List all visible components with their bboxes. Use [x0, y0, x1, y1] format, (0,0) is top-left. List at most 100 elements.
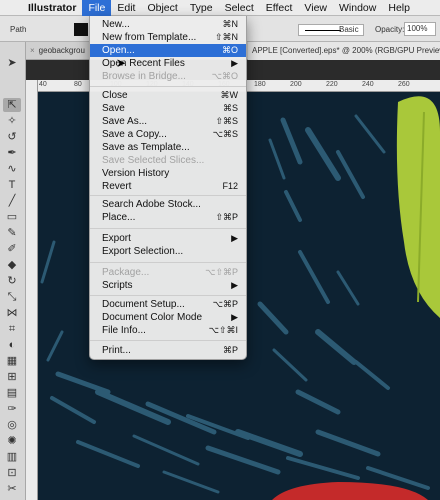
menu-item-place[interactable]: Place... ⇧⌘P — [90, 211, 246, 224]
ruler-number: 240 — [362, 81, 374, 88]
menu-item-export[interactable]: Export ▶ — [90, 232, 246, 245]
menu-item-shortcut: ⇧⌘N — [214, 32, 238, 42]
lasso-tool-icon[interactable]: ↺ — [3, 130, 21, 144]
selection-type-label: Path — [10, 25, 27, 34]
menu-item-revert[interactable]: Revert F12 — [90, 180, 246, 193]
artboard-tool-icon[interactable]: ⊡ — [3, 466, 21, 480]
menu-separator — [90, 295, 246, 296]
menu-item-version-history[interactable]: Version History — [90, 167, 246, 180]
menu-effect[interactable]: Effect — [260, 0, 299, 16]
menu-item-open[interactable]: Open... ⌘O — [90, 44, 246, 57]
menu-item-save-a-copy[interactable]: Save a Copy... ⌥⌘S — [90, 128, 246, 141]
shape-builder-tool-icon[interactable]: ◐ — [3, 338, 21, 352]
menu-item-label: Version History — [102, 168, 170, 179]
menu-item-shortcut: ⌥⇧⌘I — [208, 325, 238, 335]
menu-item-save[interactable]: Save ⌘S — [90, 102, 246, 115]
curvature-tool-icon[interactable]: ∿ — [3, 162, 21, 176]
menu-window[interactable]: Window — [333, 0, 382, 16]
document-tab-label: geobackgrou — [38, 46, 85, 55]
menu-item-document-color-mode[interactable]: Document Color Mode ▶ — [90, 311, 246, 324]
line-tool-icon[interactable]: ╱ — [3, 194, 21, 208]
eraser-tool-icon[interactable]: ◆ — [3, 258, 21, 272]
menu-item-search-adobe-stock[interactable]: Search Adobe Stock... — [90, 198, 246, 211]
mesh-tool-icon[interactable]: ⊞ — [3, 370, 21, 384]
menu-item-save-selected-slices: Save Selected Slices... — [90, 154, 246, 167]
menu-item-shortcut: ⌘N — [222, 19, 239, 29]
direct-selection-tool-icon[interactable]: ⇱ — [3, 98, 21, 112]
selection-tool-icon[interactable]: ➤ — [3, 56, 21, 70]
menu-file[interactable]: File — [82, 0, 112, 16]
menu-item-shortcut: ⌥⌘O — [211, 71, 238, 81]
type-tool-icon[interactable]: T — [3, 178, 21, 192]
blend-tool-icon[interactable]: ◎ — [3, 418, 21, 432]
menu-item-print[interactable]: Print... ⌘P — [90, 344, 246, 357]
menu-item-open-recent-files[interactable]: Open Recent Files ▶ — [90, 57, 246, 70]
menu-type[interactable]: Type — [184, 0, 219, 16]
width-tool-icon[interactable]: ⋈ — [3, 306, 21, 320]
menu-item-document-setup[interactable]: Document Setup... ⌥⌘P — [90, 298, 246, 311]
menu-item-file-info[interactable]: File Info... ⌥⇧⌘I — [90, 324, 246, 337]
eyedropper-tool-icon[interactable]: ✑ — [3, 402, 21, 416]
symbol-sprayer-tool-icon[interactable]: ✺ — [3, 434, 21, 448]
close-tab-icon[interactable]: × — [30, 46, 35, 55]
menu-edit[interactable]: Edit — [111, 0, 141, 16]
menu-item-shortcut: ⌥⇧⌘P — [205, 267, 238, 277]
menu-view[interactable]: View — [298, 0, 333, 16]
ruler-number: 260 — [398, 81, 410, 88]
menu-item-scripts[interactable]: Scripts ▶ — [90, 279, 246, 292]
opacity-field[interactable]: 100% — [404, 22, 436, 36]
menu-item-shortcut: ⇧⌘S — [215, 116, 238, 126]
menu-item-shortcut: F12 — [222, 181, 238, 191]
menu-item-label: Save Selected Slices... — [102, 155, 205, 166]
menu-select[interactable]: Select — [219, 0, 260, 16]
menu-object[interactable]: Object — [141, 0, 183, 16]
paintbrush-tool-icon[interactable]: ✎ — [3, 226, 21, 240]
menu-app-name[interactable]: Illustrator — [22, 0, 82, 16]
submenu-arrow-icon: ▶ — [231, 58, 238, 68]
menu-item-label: Document Color Mode — [102, 312, 203, 323]
menu-item-save-as[interactable]: Save As... ⇧⌘S — [90, 115, 246, 128]
menu-help[interactable]: Help — [382, 0, 416, 16]
ruler-number: 200 — [290, 81, 302, 88]
ruler-number: 180 — [254, 81, 266, 88]
menu-item-save-as-template[interactable]: Save as Template... — [90, 141, 246, 154]
ruler-number: 80 — [74, 81, 82, 88]
shaper-tool-icon[interactable]: ✐ — [3, 242, 21, 256]
menu-item-shortcut: ⌘O — [221, 45, 238, 55]
menu-item-shortcut: ⌘P — [222, 345, 238, 355]
menu-item-label: Export — [102, 233, 131, 244]
scale-tool-icon[interactable]: ⤡ — [3, 290, 21, 304]
menu-item-close[interactable]: Close ⌘W — [90, 89, 246, 102]
menu-item-label: Open Recent Files — [102, 58, 185, 69]
menu-item-label: Save as Template... — [102, 142, 190, 153]
vertical-ruler[interactable] — [26, 80, 38, 500]
document-tab[interactable]: × geobackgrou — [26, 42, 90, 60]
pen-tool-icon[interactable]: ✒ — [3, 146, 21, 160]
menu-item-new-from-template[interactable]: New from Template... ⇧⌘N — [90, 31, 246, 44]
submenu-arrow-icon: ▶ — [231, 280, 238, 290]
column-graph-tool-icon[interactable]: ▥ — [3, 450, 21, 464]
menu-item-label: Scripts — [102, 280, 133, 291]
ruler-number: 40 — [39, 81, 47, 88]
rotate-tool-icon[interactable]: ↻ — [3, 274, 21, 288]
slice-tool-icon[interactable]: ✂ — [3, 482, 21, 496]
menu-item-new[interactable]: New... ⌘N — [90, 18, 246, 31]
fill-color-swatch[interactable] — [74, 23, 88, 36]
menu-item-label: Place... — [102, 212, 136, 223]
menu-item-label: Document Setup... — [102, 299, 185, 310]
magic-wand-tool-icon[interactable]: ✧ — [3, 114, 21, 128]
menu-separator — [90, 262, 246, 263]
menu-item-shortcut: ⇧⌘P — [215, 212, 238, 222]
stroke-style-label[interactable]: Basic — [339, 25, 359, 34]
menu-item-label: Save a Copy... — [102, 129, 167, 140]
submenu-arrow-icon: ▶ — [231, 233, 238, 243]
free-transform-tool-icon[interactable]: ⌗ — [3, 322, 21, 336]
menu-item-export-selection[interactable]: Export Selection... — [90, 245, 246, 258]
perspective-grid-tool-icon[interactable]: ▦ — [3, 354, 21, 368]
document-tab-active[interactable]: APPLE [Converted].eps* @ 200% (RGB/GPU P… — [248, 42, 440, 60]
menu-item-shortcut: ⌥⌘S — [212, 129, 238, 139]
gradient-tool-icon[interactable]: ▤ — [3, 386, 21, 400]
document-tab-label: APPLE [Converted].eps* @ 200% (RGB/GPU P… — [252, 46, 440, 55]
menu-item-shortcut: ⌘S — [222, 103, 238, 113]
rectangle-tool-icon[interactable]: ▭ — [3, 210, 21, 224]
